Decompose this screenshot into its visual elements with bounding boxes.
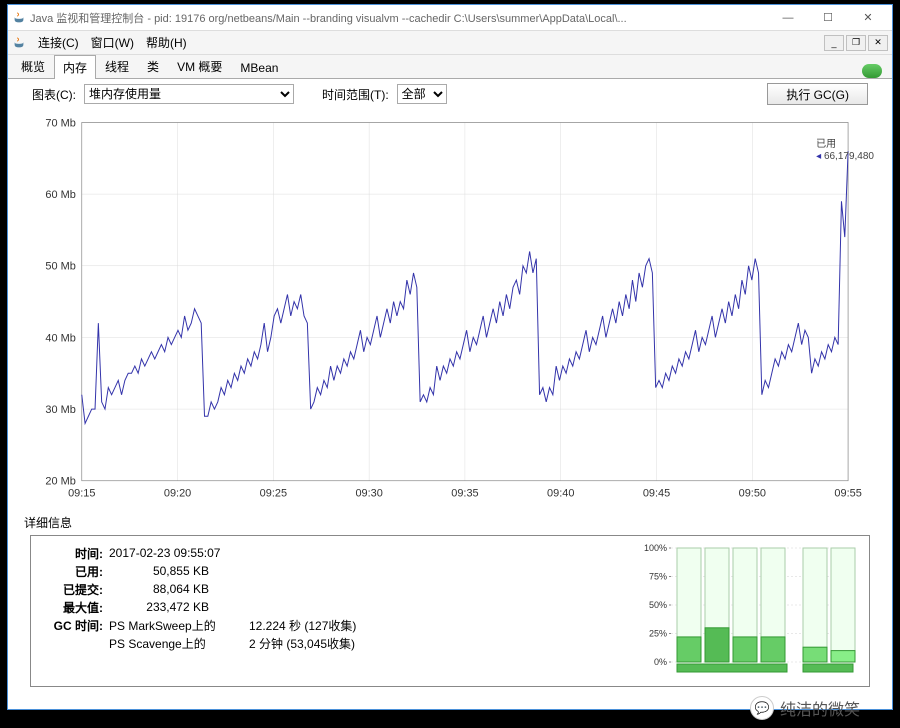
svg-text:09:25: 09:25	[260, 488, 287, 500]
svg-text:09:50: 09:50	[739, 488, 766, 500]
svg-text:75%: 75%	[649, 572, 667, 582]
chart-select[interactable]: 堆内存使用量	[84, 84, 294, 104]
close-button[interactable]: ✕	[848, 7, 888, 29]
inner-minimize-button[interactable]: _	[824, 35, 844, 51]
details-panel: 时间: 2017-02-23 09:55:07 已用: 50,855 KB 已提交:…	[30, 535, 870, 687]
triangle-icon: ◂	[816, 151, 821, 162]
svg-text:50 Mb: 50 Mb	[45, 261, 75, 273]
svg-text:50%: 50%	[649, 600, 667, 610]
svg-text:09:20: 09:20	[164, 488, 191, 500]
used-value: 50,855 KB	[109, 564, 249, 578]
svg-text:30 Mb: 30 Mb	[45, 404, 75, 416]
svg-text:70 Mb: 70 Mb	[45, 117, 75, 129]
svg-text:09:55: 09:55	[834, 488, 861, 500]
gc1-value: 12.224 秒 (127收集)	[249, 617, 389, 634]
time-value: 2017-02-23 09:55:07	[109, 546, 220, 560]
svg-text:09:35: 09:35	[451, 488, 478, 500]
svg-text:09:45: 09:45	[643, 488, 670, 500]
committed-value: 88,064 KB	[109, 582, 249, 596]
toolbar: 图表(C): 堆内存使用量 时间范围(T): 全部 执行 GC(G)	[8, 79, 892, 109]
svg-text:25%: 25%	[649, 629, 667, 639]
gc-key: GC 时间:	[43, 617, 103, 634]
details-heading: 详细信息	[8, 512, 892, 533]
gc2-value: 2 分钟 (53,045收集)	[249, 635, 389, 652]
max-value: 233,472 KB	[109, 600, 249, 614]
titlebar: Java 监视和管理控制台 - pid: 19176 org/netbeans/…	[8, 5, 892, 31]
wechat-icon: 💬	[750, 696, 774, 720]
tab-mbean[interactable]: MBean	[231, 57, 287, 78]
java-icon	[12, 36, 26, 50]
svg-text:09:15: 09:15	[68, 488, 95, 500]
chart-annotation: 已用 ◂ 66,179,480	[816, 139, 874, 163]
svg-text:20 Mb: 20 Mb	[45, 476, 75, 488]
svg-text:40 Mb: 40 Mb	[45, 332, 75, 344]
connection-status-icon	[862, 64, 882, 78]
gc1-name: PS MarkSweep上的	[109, 617, 249, 634]
svg-text:100%: 100%	[644, 544, 667, 553]
tab-memory[interactable]: 内存	[54, 55, 96, 79]
svg-text:09:30: 09:30	[355, 488, 382, 500]
annotation-label: 已用	[816, 139, 874, 151]
tab-classes[interactable]: 类	[138, 54, 168, 78]
svg-text:0%: 0%	[654, 657, 667, 667]
watermark: 💬 纯洁的微笑	[750, 696, 860, 720]
max-key: 最大值:	[43, 599, 103, 616]
menubar: 连接(C) 窗口(W) 帮助(H) _ ❐ ✕	[8, 31, 892, 55]
window-title: Java 监视和管理控制台 - pid: 19176 org/netbeans/…	[30, 10, 768, 26]
inner-restore-button[interactable]: ❐	[846, 35, 866, 51]
minimize-button[interactable]: —	[768, 7, 808, 29]
memory-pools-chart: 100% 75% 50% 25% 0%	[637, 544, 857, 674]
svg-text:60 Mb: 60 Mb	[45, 189, 75, 201]
menu-window[interactable]: 窗口(W)	[85, 32, 140, 53]
menu-connect[interactable]: 连接(C)	[32, 32, 85, 53]
menu-help[interactable]: 帮助(H)	[140, 32, 193, 53]
tab-threads[interactable]: 线程	[96, 54, 138, 78]
watermark-text: 纯洁的微笑	[780, 696, 860, 720]
time-select[interactable]: 全部	[397, 84, 447, 104]
inner-close-button[interactable]: ✕	[868, 35, 888, 51]
gc2-name: PS Scavenge上的	[109, 635, 249, 652]
chart-svg: 20 Mb 30 Mb 40 Mb 50 Mb 60 Mb 70 Mb 09:15 09:20…	[32, 111, 868, 512]
gc-button[interactable]: 执行 GC(G)	[767, 83, 868, 105]
tab-vm[interactable]: VM 概要	[168, 54, 231, 78]
details-table: 时间: 2017-02-23 09:55:07 已用: 50,855 KB 已提交:…	[43, 544, 617, 678]
time-label: 时间范围(T):	[322, 86, 389, 103]
maximize-button[interactable]: ☐	[808, 7, 848, 29]
tabs: 概览 内存 线程 类 VM 概要 MBean	[8, 55, 892, 79]
svg-text:09:40: 09:40	[547, 488, 574, 500]
memory-chart: 20 Mb 30 Mb 40 Mb 50 Mb 60 Mb 70 Mb 09:15 09:20…	[32, 111, 868, 512]
committed-key: 已提交:	[43, 581, 103, 598]
used-key: 已用:	[43, 563, 103, 580]
chart-label: 图表(C):	[32, 86, 76, 103]
main-window: Java 监视和管理控制台 - pid: 19176 org/netbeans/…	[7, 4, 893, 710]
time-key: 时间:	[43, 545, 103, 562]
mini-chart-svg: 100% 75% 50% 25% 0%	[637, 544, 857, 674]
tab-overview[interactable]: 概览	[12, 54, 54, 78]
annotation-value: 66,179,480	[824, 151, 874, 162]
java-icon	[12, 11, 26, 25]
